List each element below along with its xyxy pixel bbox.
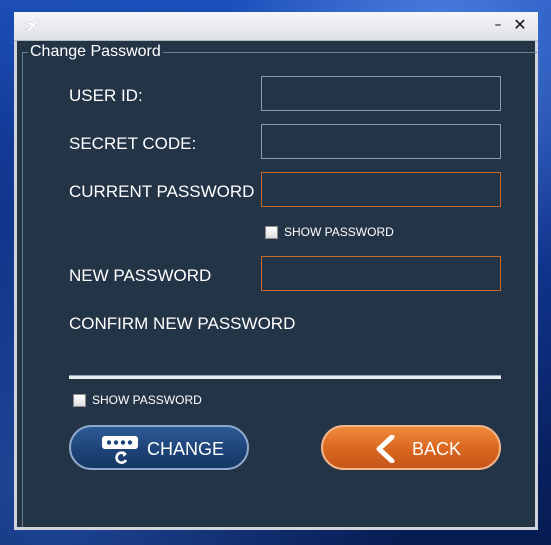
checkbox-box[interactable]	[73, 393, 86, 407]
group-title: Change Password	[28, 43, 163, 61]
user-id-label: USER ID:	[69, 86, 143, 105]
show-password-label: SHOW PASSWORD	[92, 393, 202, 407]
show-password-checkbox-new[interactable]: SHOW PASSWORD	[73, 393, 202, 407]
current-password-input[interactable]	[261, 172, 501, 207]
minimize-button[interactable]: –	[488, 15, 508, 35]
checkbox-box[interactable]	[265, 225, 278, 239]
new-password-label: NEW PASSWORD	[69, 266, 212, 285]
confirm-password-underline	[69, 375, 501, 379]
title-bar[interactable]: – ✕	[14, 12, 538, 41]
confirm-password-label: CONFIRM NEW PASSWORD	[69, 314, 296, 333]
chevron-left-icon	[376, 435, 395, 463]
back-button[interactable]: BACK	[321, 425, 501, 470]
current-password-label: CURRENT PASSWORD	[69, 182, 255, 201]
secret-code-label: SECRET CODE:	[69, 134, 197, 153]
new-password-input[interactable]	[261, 256, 501, 291]
password-refresh-icon	[102, 436, 138, 464]
airplane-icon	[24, 18, 39, 34]
user-id-input[interactable]	[261, 76, 501, 111]
change-button[interactable]: CHANGE	[69, 425, 249, 470]
close-button[interactable]: ✕	[510, 15, 530, 35]
change-button-label: CHANGE	[147, 439, 225, 459]
secret-code-input[interactable]	[261, 124, 501, 159]
back-button-label: BACK	[412, 439, 462, 459]
show-password-label: SHOW PASSWORD	[284, 225, 394, 239]
confirm-password-input[interactable]	[69, 342, 505, 376]
show-password-checkbox-current[interactable]: SHOW PASSWORD	[265, 225, 394, 239]
